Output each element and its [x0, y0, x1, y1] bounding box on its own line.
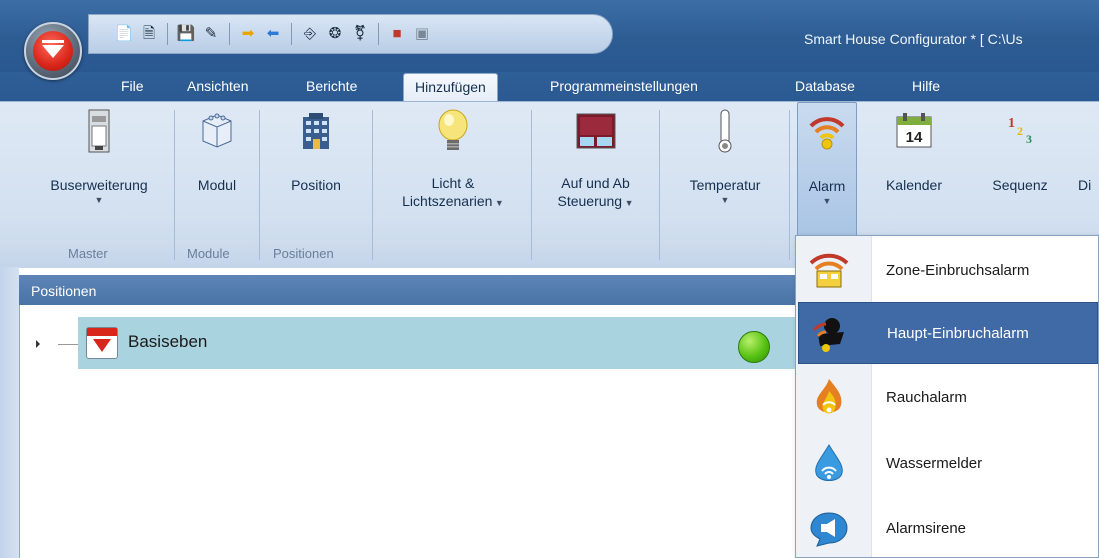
tree-node[interactable]: Basiseben [78, 317, 810, 369]
ribbon-tabs: File Ansichten Berichte Hinzufügen Progr… [0, 72, 1099, 103]
menu-item-alarmsirene[interactable]: Alarmsirene [798, 498, 1098, 558]
expand-arrow-icon[interactable] [36, 340, 40, 348]
tab-file[interactable]: File [121, 78, 144, 94]
edit-icon[interactable]: ✎ [202, 25, 220, 43]
licht-button[interactable]: Licht & Lichtszenarien ▼ [383, 102, 523, 238]
application-menu-button[interactable] [24, 22, 82, 80]
calendar-icon: 14 [891, 108, 937, 154]
positions-tree: Basiseben [19, 305, 810, 558]
alarm-dropdown-menu: Zone-Einbruchsalarm Haupt-Einbruchalarm … [795, 235, 1099, 558]
group-divider [259, 110, 260, 260]
window-blind-icon [573, 108, 619, 154]
aufab-label-line2: Steuerung [557, 193, 623, 209]
sequenz-button[interactable]: 123 Sequenz [975, 102, 1065, 238]
monitor-icon[interactable]: ▣ [413, 25, 431, 43]
modul-button[interactable]: Modul [182, 102, 252, 238]
truncated-ribbon-button[interactable]: Di [1072, 102, 1099, 238]
water-alarm-icon [808, 443, 850, 485]
svg-text:3: 3 [1026, 132, 1032, 146]
dropdown-arrow-icon: ▼ [492, 198, 504, 208]
zone-alarm-icon [808, 250, 850, 292]
save-icon[interactable]: 💾 [177, 25, 196, 43]
left-docking-edge [0, 267, 19, 558]
svg-text:1: 1 [1008, 116, 1015, 131]
status-indicator-icon [738, 331, 770, 363]
smoke-alarm-icon [808, 377, 850, 419]
group-divider [174, 110, 175, 260]
group-divider [789, 110, 790, 260]
licht-label-line2: Lichtszenarien [402, 193, 493, 209]
menu-item-rauchalarm[interactable]: Rauchalarm [798, 367, 1098, 429]
toolbar-separator [291, 23, 292, 45]
menu-item-zone-einbruchsalarm[interactable]: Zone-Einbruchsalarm [798, 240, 1098, 302]
tab-berichte[interactable]: Berichte [306, 78, 357, 94]
toolbar-separator [167, 23, 168, 45]
tree-node-label: Basiseben [128, 332, 208, 351]
svg-text:14: 14 [906, 129, 923, 146]
open-icon[interactable]: 🗎 [140, 25, 158, 43]
tab-programmeinstellungen[interactable]: Programmeinstellungen [550, 78, 698, 94]
wireless-icon[interactable]: ❂ [326, 25, 344, 43]
temperatur-button[interactable]: Temperatur ▼ [666, 102, 784, 238]
alarm-icon [804, 109, 850, 155]
tab-ansichten[interactable]: Ansichten [187, 78, 248, 94]
buserweiterung-button[interactable]: Buserweiterung ▼ [29, 102, 169, 238]
carlo-gavazzi-logo-icon [33, 31, 73, 71]
tab-database[interactable]: Database [795, 78, 855, 94]
group-label-positionen: Positionen [273, 246, 334, 261]
import-icon[interactable]: ➡ [239, 25, 257, 43]
svg-text:2: 2 [1017, 124, 1023, 138]
aufab-label-line1: Auf und Ab [561, 175, 630, 191]
dropdown-arrow-icon: ▼ [94, 195, 104, 205]
group-label-master: Master [68, 246, 108, 261]
sequence-icon: 123 [997, 108, 1043, 154]
toolbar-separator [229, 23, 230, 45]
window-title: Smart House Configurator * [ C:\Us [804, 31, 1023, 47]
licht-label-line1: Licht & [431, 175, 475, 191]
group-label-module: Module [187, 246, 230, 261]
building-icon [293, 108, 339, 154]
menu-item-haupt-einbruchalarm[interactable]: Haupt-Einbruchalarm [798, 302, 1098, 364]
panel-title: Positionen [19, 275, 809, 305]
siren-icon [808, 508, 850, 550]
intruder-alarm-icon [809, 313, 851, 355]
kalender-button[interactable]: 14 Kalender [866, 102, 962, 238]
network-icon[interactable]: ⚧ [351, 25, 369, 43]
dropdown-arrow-icon: ▼ [622, 198, 634, 208]
tab-hinzufuegen[interactable]: Hinzufügen [403, 73, 498, 103]
thermometer-icon [702, 108, 748, 154]
cube-icon [194, 108, 240, 154]
light-bulb-icon [430, 108, 476, 154]
toolbar-separator [378, 23, 379, 45]
menu-item-wassermelder[interactable]: Wassermelder [798, 433, 1098, 495]
title-bar: 📄 🗎 💾 ✎ ➡ ⬅ ⎆ ❂ ⚧ ■ ▣ Smart House Config… [0, 0, 1099, 72]
export-icon[interactable]: ⬅ [264, 25, 282, 43]
group-divider [659, 110, 660, 260]
dropdown-arrow-icon: ▼ [720, 195, 730, 205]
carlo-gavazzi-node-icon [86, 327, 118, 359]
group-divider [372, 110, 373, 260]
alarm-button[interactable]: Alarm ▼ [797, 102, 857, 238]
dropdown-arrow-icon: ▼ [822, 196, 832, 206]
new-file-icon[interactable]: 📄 [115, 25, 134, 43]
auf-und-ab-button[interactable]: Auf und Ab Steuerung ▼ [538, 102, 653, 238]
group-divider [531, 110, 532, 260]
position-button[interactable]: Position [266, 102, 366, 238]
module-rail-icon [76, 108, 122, 154]
antenna-icon[interactable]: ⎆ [301, 25, 319, 43]
quick-access-toolbar: 📄 🗎 💾 ✎ ➡ ⬅ ⎆ ❂ ⚧ ■ ▣ [88, 14, 613, 54]
tree-connector [58, 344, 78, 345]
color-icon[interactable]: ■ [388, 25, 406, 43]
tab-hilfe[interactable]: Hilfe [912, 78, 940, 94]
